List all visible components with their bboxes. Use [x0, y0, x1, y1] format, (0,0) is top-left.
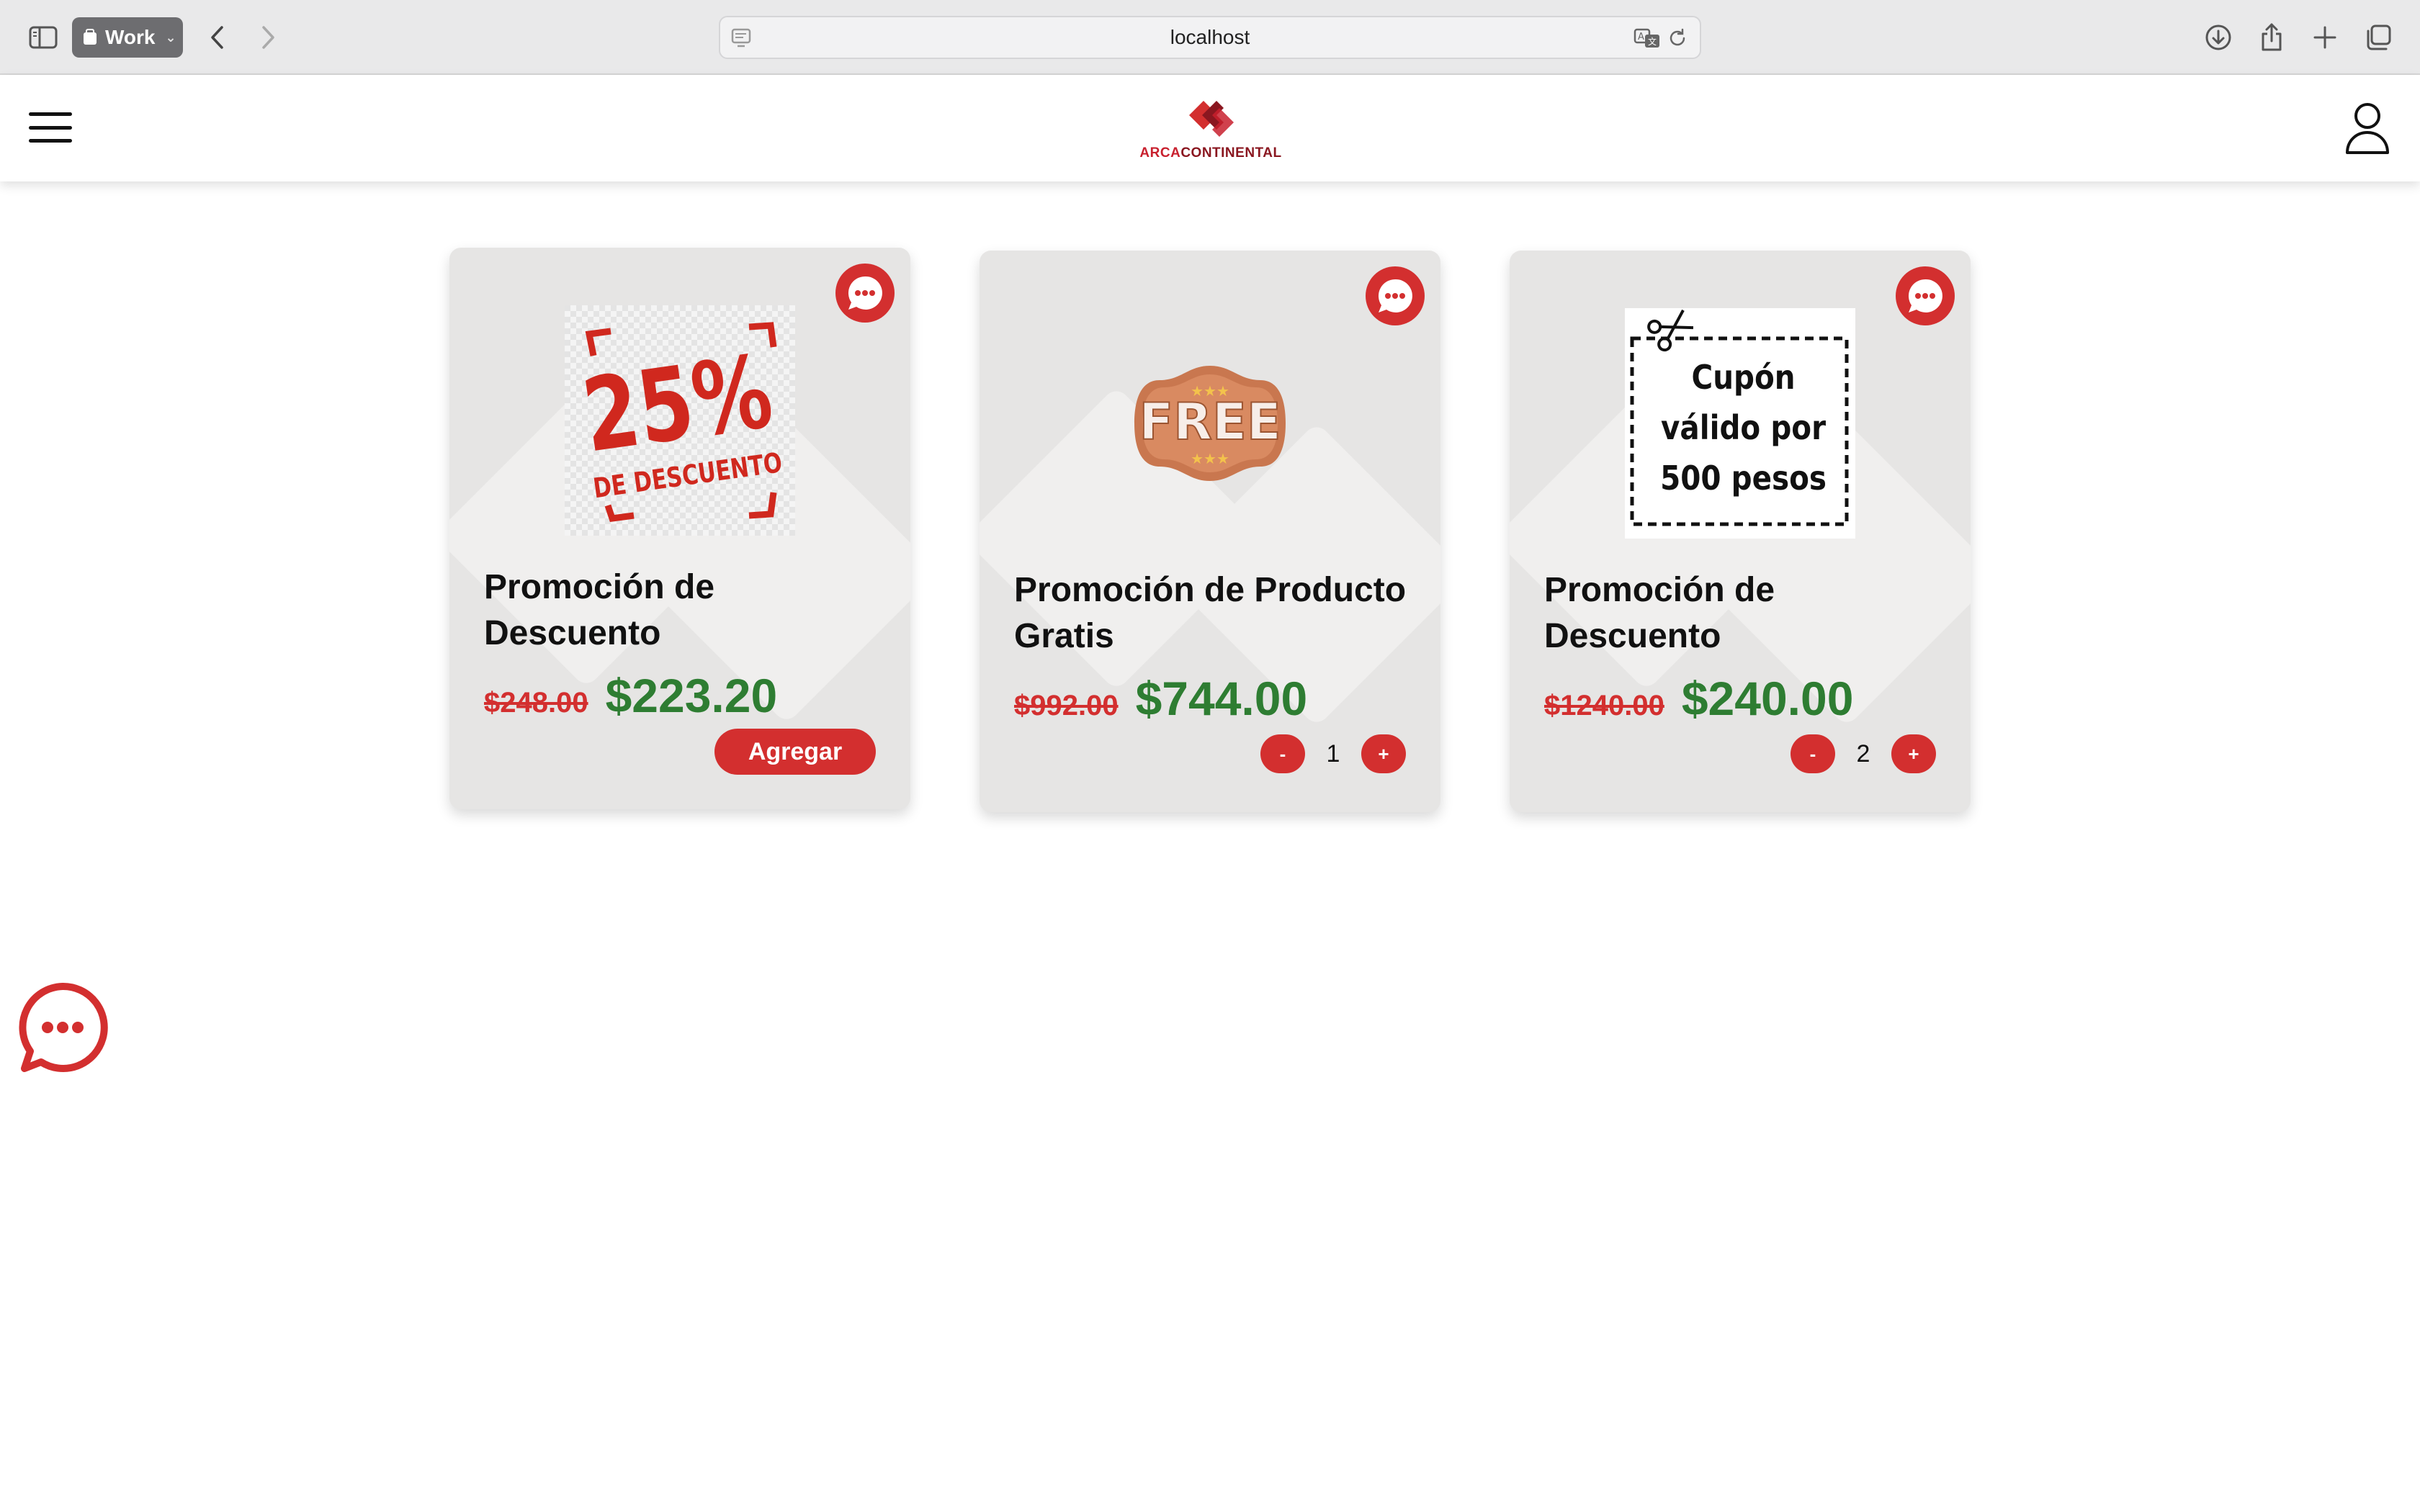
app-header: ARCACONTINENTAL	[0, 75, 2420, 181]
address-bar[interactable]: localhost A文	[719, 16, 1701, 59]
svg-text:★★★: ★★★	[1191, 384, 1229, 400]
tab-group-icon	[84, 29, 97, 45]
increase-quantity-button[interactable]: +	[1891, 734, 1936, 773]
chat-icon[interactable]	[1896, 266, 1955, 325]
share-icon[interactable]	[2251, 17, 2292, 58]
chat-icon[interactable]	[835, 264, 895, 323]
card-title: Promoción de Descuento	[484, 568, 715, 652]
new-price: $240.00	[1681, 672, 1854, 725]
free-badge-image: FREE ★★★ ★★★	[1095, 308, 1325, 539]
browser-toolbar: Work ⌄ localhost A文	[0, 0, 2420, 75]
chevron-down-icon: ⌄	[165, 30, 176, 45]
back-icon[interactable]	[197, 17, 238, 58]
tab-group-label: Work	[105, 26, 156, 48]
decrease-quantity-button[interactable]: -	[1260, 734, 1305, 773]
download-icon[interactable]	[2198, 17, 2238, 58]
new-price: $744.00	[1135, 672, 1308, 725]
svg-text:válido por: válido por	[1661, 410, 1827, 448]
svg-text:500 pesos: 500 pesos	[1660, 460, 1827, 498]
discount-25-image: 25% DE DESCUENTO	[565, 305, 795, 536]
add-to-cart-button[interactable]: Agregar	[714, 729, 876, 775]
svg-text:Cupón: Cupón	[1692, 359, 1796, 397]
page-icon	[730, 27, 752, 54]
promo-card: 25% DE DESCUENTO Promoción de Descuento …	[449, 248, 910, 809]
quantity-value: 2	[1856, 739, 1870, 768]
chat-icon[interactable]	[1366, 266, 1425, 325]
decrease-quantity-button[interactable]: -	[1791, 734, 1835, 773]
user-icon[interactable]	[2344, 101, 2391, 156]
price-row: $1240.00 $240.00	[1544, 671, 1853, 726]
sidebar-icon[interactable]	[23, 17, 63, 58]
translate-icon[interactable]: A文	[1634, 27, 1661, 54]
card-title: Promoción de Producto Gratis	[1014, 571, 1407, 655]
old-price: $1240.00	[1544, 690, 1664, 721]
price-row: $248.00 $223.20	[484, 668, 777, 723]
svg-text:文: 文	[1648, 36, 1657, 47]
svg-text:★★★: ★★★	[1191, 451, 1229, 467]
promo-card: FREE ★★★ ★★★ Promoción de Producto Grati…	[980, 251, 1440, 812]
tab-group-button[interactable]: Work ⌄	[72, 17, 183, 58]
coupon-image: Cupón válido por 500 pesos	[1625, 308, 1855, 539]
reload-icon[interactable]	[1667, 27, 1688, 54]
arca-continental-logo[interactable]: ARCACONTINENTAL	[1135, 95, 1286, 164]
increase-quantity-button[interactable]: +	[1361, 734, 1406, 773]
price-row: $992.00 $744.00	[1014, 671, 1307, 726]
tabs-overview-icon[interactable]	[2358, 17, 2398, 58]
logo-text: ARCACONTINENTAL	[1139, 145, 1282, 161]
svg-text:A: A	[1638, 32, 1644, 42]
card-title: Promoción de Descuento	[1544, 571, 1775, 655]
old-price: $992.00	[1014, 690, 1119, 721]
new-price: $223.20	[605, 669, 778, 722]
svg-text:FREE: FREE	[1139, 392, 1281, 451]
promo-card: Cupón válido por 500 pesos Promoción de …	[1510, 251, 1971, 812]
quantity-value: 1	[1326, 739, 1340, 768]
old-price: $248.00	[484, 687, 588, 719]
quantity-stepper: - 2 +	[1791, 733, 1936, 775]
forward-icon[interactable]	[248, 17, 288, 58]
new-tab-icon[interactable]	[2305, 17, 2345, 58]
logo-mark-icon	[1189, 101, 1234, 137]
url-text: localhost	[1170, 26, 1250, 48]
floating-chat-icon[interactable]	[16, 981, 109, 1074]
hamburger-icon[interactable]	[29, 112, 72, 143]
quantity-stepper: - 1 +	[1260, 733, 1406, 775]
